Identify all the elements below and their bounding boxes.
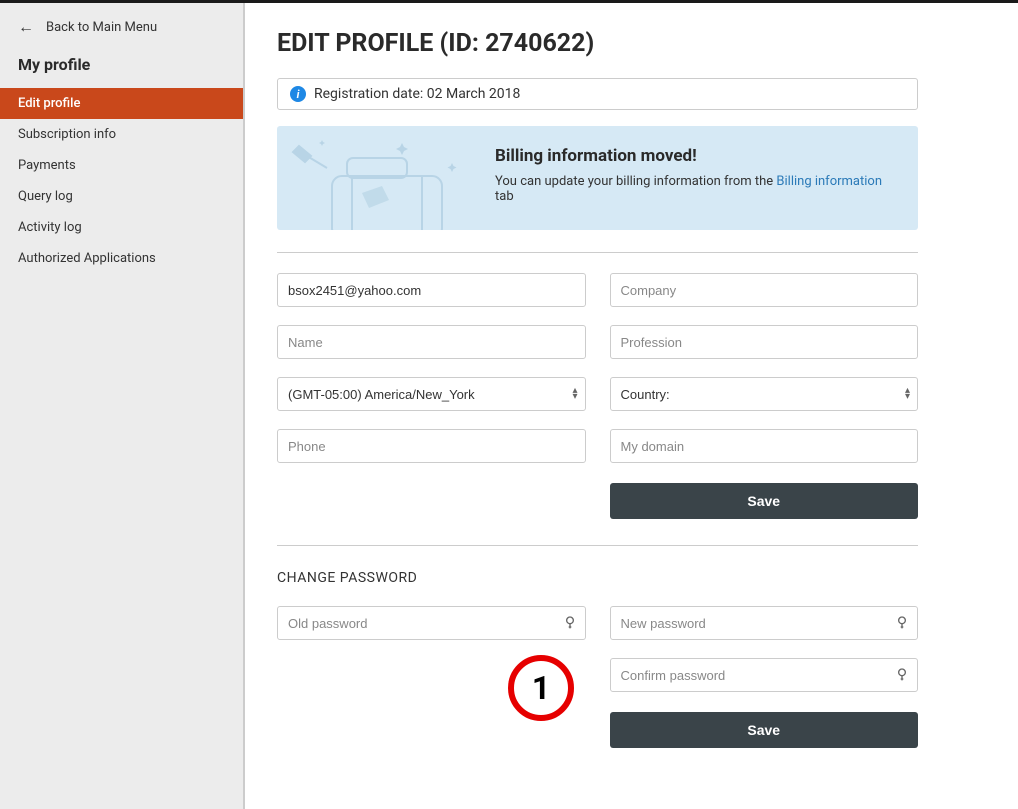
billing-information-link[interactable]: Billing information: [776, 174, 882, 189]
back-link-label: Back to Main Menu: [46, 20, 157, 35]
key-icon: [894, 667, 910, 683]
billing-notice-heading: Billing information moved!: [495, 146, 900, 166]
change-password-heading: CHANGE PASSWORD: [277, 570, 918, 586]
profession-field[interactable]: [610, 325, 919, 359]
sidebar-item-activity-log[interactable]: Activity log: [0, 212, 243, 243]
billing-notice-text: Billing information moved! You can updat…: [477, 126, 918, 230]
annotation-marker-1: 1: [508, 655, 574, 721]
save-profile-button[interactable]: Save: [610, 483, 919, 519]
confirm-password-field[interactable]: [610, 658, 919, 692]
main-content: EDIT PROFILE (ID: 2740622) i Registratio…: [245, 3, 1018, 809]
sidebar-title: My profile: [0, 49, 243, 88]
name-field[interactable]: [277, 325, 586, 359]
sidebar-item-query-log[interactable]: Query log: [0, 181, 243, 212]
password-form: [277, 606, 918, 692]
registration-banner: i Registration date: 02 March 2018: [277, 78, 918, 110]
divider: [277, 545, 918, 546]
billing-notice-pre: You can update your billing information …: [495, 174, 776, 189]
sidebar: ← Back to Main Menu My profile Edit prof…: [0, 3, 245, 809]
annotation-number: 1: [532, 669, 550, 707]
timezone-select[interactable]: (GMT-05:00) America/New_York: [277, 377, 586, 411]
old-password-field[interactable]: [277, 606, 586, 640]
divider: [277, 252, 918, 253]
registration-date-text: Registration date: 02 March 2018: [314, 86, 520, 102]
billing-notice-post: tab: [495, 189, 514, 204]
sidebar-item-subscription-info[interactable]: Subscription info: [0, 119, 243, 150]
sidebar-nav: Edit profile Subscription info Payments …: [0, 88, 243, 274]
save-password-button[interactable]: Save: [610, 712, 919, 748]
sidebar-item-payments[interactable]: Payments: [0, 150, 243, 181]
key-icon: [562, 615, 578, 631]
phone-field[interactable]: [277, 429, 586, 463]
page-title: EDIT PROFILE (ID: 2740622): [277, 29, 918, 58]
profile-form: (GMT-05:00) America/New_York ▴▾ Country:…: [277, 273, 918, 463]
back-to-main-link[interactable]: ← Back to Main Menu: [0, 3, 243, 49]
sidebar-item-authorized-applications[interactable]: Authorized Applications: [0, 243, 243, 274]
billing-moved-banner: Billing information moved! You can updat…: [277, 126, 918, 230]
key-icon: [894, 615, 910, 631]
email-field[interactable]: [277, 273, 586, 307]
company-field[interactable]: [610, 273, 919, 307]
sidebar-item-edit-profile[interactable]: Edit profile: [0, 88, 243, 119]
info-icon: i: [290, 86, 306, 102]
arrow-left-icon: ←: [18, 19, 34, 35]
new-password-field[interactable]: [610, 606, 919, 640]
domain-field[interactable]: [610, 429, 919, 463]
suitcase-illustration: [277, 126, 477, 230]
country-select[interactable]: Country:: [610, 377, 919, 411]
